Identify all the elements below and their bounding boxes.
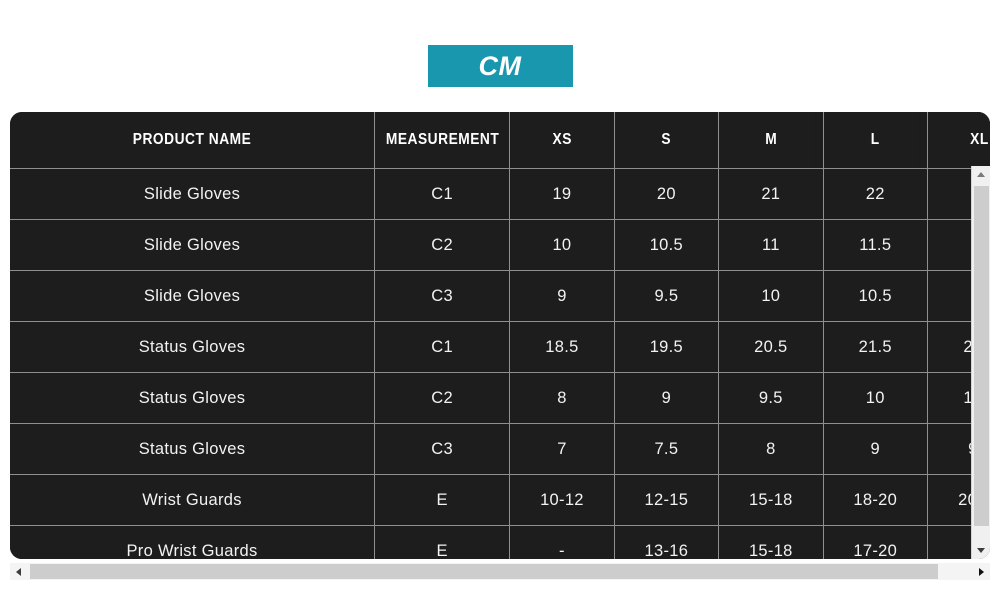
cell-measurement: C3 (374, 423, 511, 475)
table-row: Status Gloves C3 7 7.5 8 9 9.5 (10, 423, 990, 475)
table-row: Pro Wrist Guards E - 13-16 15-18 17-20 - (10, 525, 990, 559)
cell-size-l: 17-20 (823, 525, 928, 559)
cell-size-l: 22 (823, 168, 928, 220)
cell-size-l: 10 (823, 372, 928, 424)
cell-size-s: 20 (614, 168, 720, 220)
cell-product-name: Pro Wrist Guards (10, 525, 376, 559)
vertical-scrollbar-thumb[interactable] (974, 186, 989, 526)
cell-size-m: 15-18 (718, 525, 824, 559)
cell-measurement: C1 (374, 168, 511, 220)
cell-size-xs: 19 (509, 168, 615, 220)
horizontal-scrollbar[interactable] (10, 563, 990, 580)
horizontal-scrollbar-thumb[interactable] (30, 564, 938, 579)
column-header-xs[interactable]: XS (517, 112, 608, 169)
table-row: Slide Gloves C2 10 10.5 11 11.5 - (10, 219, 990, 271)
cell-size-xs: 18.5 (509, 321, 615, 373)
cell-size-s: 13-16 (614, 525, 720, 559)
cell-product-name: Status Gloves (10, 321, 376, 373)
table-row: Slide Gloves C3 9 9.5 10 10.5 - (10, 270, 990, 322)
cell-measurement: C3 (374, 270, 511, 322)
cell-size-s: 9 (614, 372, 720, 424)
cell-product-name: Slide Gloves (10, 168, 376, 220)
size-table-head: PRODUCT NAME MEASUREMENT XS S M L XL (10, 112, 990, 169)
cell-product-name: Status Gloves (10, 372, 376, 424)
cell-measurement: C2 (374, 372, 511, 424)
cell-measurement: E (374, 474, 511, 526)
cell-product-name: Status Gloves (10, 423, 376, 475)
scroll-left-button[interactable] (10, 563, 27, 580)
cell-size-m: 9.5 (718, 372, 824, 424)
cell-size-l: 10.5 (823, 270, 928, 322)
cell-size-m: 8 (718, 423, 824, 475)
unit-tab-bar: CM (0, 45, 1000, 87)
size-chart-page: CM PRODUCT NAME MEASUREMENT XS S M L XL … (0, 0, 1000, 599)
cell-size-s: 10.5 (614, 219, 720, 271)
triangle-left-icon (16, 567, 21, 576)
cell-size-s: 9.5 (614, 270, 720, 322)
cell-product-name: Wrist Guards (10, 474, 376, 526)
cell-size-l: 18-20 (823, 474, 928, 526)
cell-size-xs: 8 (509, 372, 615, 424)
cell-size-xs: 7 (509, 423, 615, 475)
cell-size-l: 21.5 (823, 321, 928, 373)
cell-size-xs: 9 (509, 270, 615, 322)
vertical-scrollbar[interactable] (971, 166, 990, 559)
column-header-measurement[interactable]: MEASUREMENT (384, 112, 501, 169)
scroll-up-button[interactable] (972, 166, 990, 183)
column-header-product-name[interactable]: PRODUCT NAME (35, 112, 350, 169)
cell-product-name: Slide Gloves (10, 270, 376, 322)
table-row: Slide Gloves C1 19 20 21 22 - (10, 168, 990, 220)
cell-size-xs: - (509, 525, 615, 559)
triangle-up-icon (977, 172, 985, 177)
cell-size-m: 20.5 (718, 321, 824, 373)
size-table-body: Slide Gloves C1 19 20 21 22 - Slide Glov… (10, 168, 990, 559)
cell-size-m: 15-18 (718, 474, 824, 526)
size-table-container: PRODUCT NAME MEASUREMENT XS S M L XL Sli… (10, 112, 990, 559)
table-header-row: PRODUCT NAME MEASUREMENT XS S M L XL (10, 112, 990, 169)
cell-size-l: 11.5 (823, 219, 928, 271)
scroll-right-button[interactable] (973, 563, 990, 580)
table-row: Status Gloves C1 18.5 19.5 20.5 21.5 23.… (10, 321, 990, 373)
triangle-down-icon (977, 548, 985, 553)
size-table: PRODUCT NAME MEASUREMENT XS S M L XL Sli… (10, 112, 990, 559)
size-table-scroll-area[interactable]: PRODUCT NAME MEASUREMENT XS S M L XL Sli… (10, 112, 990, 559)
cell-measurement: C1 (374, 321, 511, 373)
unit-tab-label: CM (478, 50, 522, 81)
cell-size-m: 21 (718, 168, 824, 220)
cell-product-name: Slide Gloves (10, 219, 376, 271)
column-header-m[interactable]: M (725, 112, 817, 169)
cell-size-s: 7.5 (614, 423, 720, 475)
cell-size-xs: 10 (509, 219, 615, 271)
cell-size-s: 19.5 (614, 321, 720, 373)
cell-measurement: E (374, 525, 511, 559)
scroll-down-button[interactable] (972, 542, 990, 559)
cell-size-s: 12-15 (614, 474, 720, 526)
cell-size-xs: 10-12 (509, 474, 615, 526)
triangle-right-icon (979, 567, 984, 576)
table-row: Wrist Guards E 10-12 12-15 15-18 18-20 2… (10, 474, 990, 526)
cell-size-m: 10 (718, 270, 824, 322)
column-header-xl[interactable]: XL (934, 112, 990, 169)
cell-measurement: C2 (374, 219, 511, 271)
cell-size-m: 11 (718, 219, 824, 271)
unit-tab-cm[interactable]: CM (427, 45, 573, 87)
column-header-s[interactable]: S (621, 112, 712, 169)
column-header-l[interactable]: L (830, 112, 921, 169)
cell-size-l: 9 (823, 423, 928, 475)
table-row: Status Gloves C2 8 9 9.5 10 10.5 (10, 372, 990, 424)
